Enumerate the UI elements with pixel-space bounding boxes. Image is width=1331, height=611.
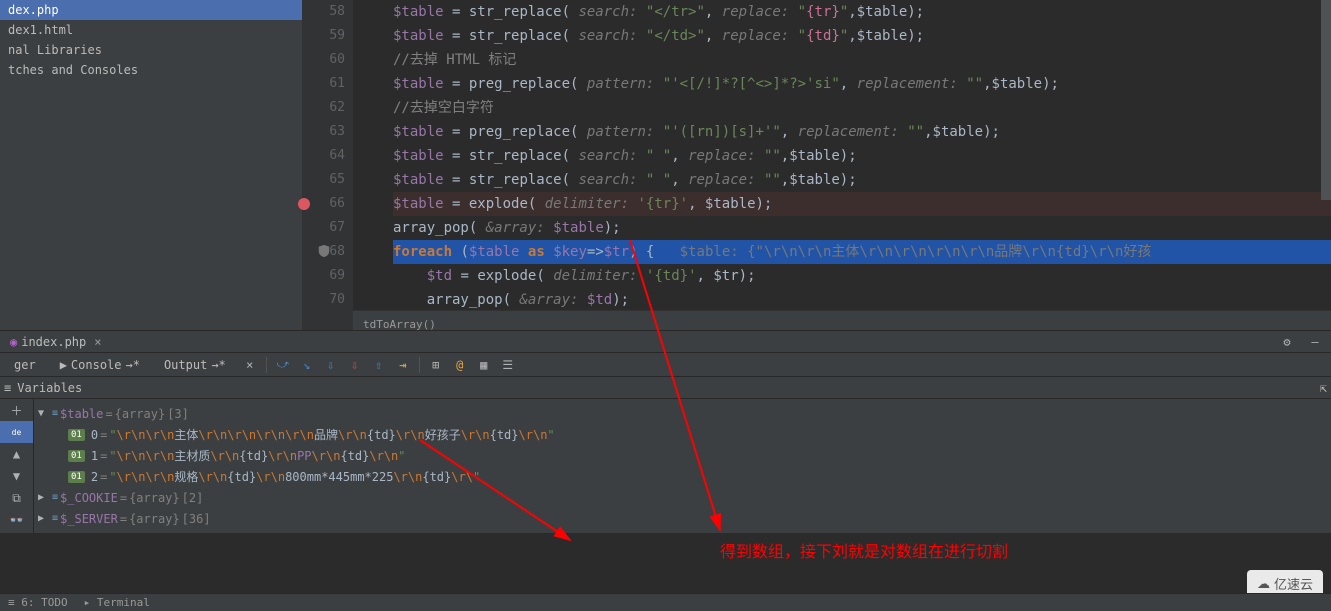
close-icon[interactable]: × bbox=[94, 335, 101, 349]
terminal-tab[interactable]: ▸ Terminal bbox=[84, 596, 150, 609]
code-line: $table = str_replace( search: " ", repla… bbox=[393, 168, 1331, 192]
sidebar-item-file[interactable]: dex1.html bbox=[0, 20, 302, 40]
sidebar-item-file[interactable]: dex.php bbox=[0, 0, 302, 20]
code-line: $table = str_replace( search: "</tr>", r… bbox=[393, 0, 1331, 24]
variables-header: ≡ Variables ⇱ bbox=[0, 377, 1331, 399]
variables-tree[interactable]: ▼ ≡ $table = {array} [3] 01 0 = "\r\n\r\… bbox=[34, 399, 1331, 533]
array-icon: ≡ bbox=[52, 513, 58, 524]
debug-tab-file[interactable]: ◉ index.php × bbox=[0, 332, 112, 352]
tree-row-item[interactable]: 01 2 = "\r\n\r\n规格\r\n{td}\r\n800mm*445m… bbox=[38, 466, 1327, 487]
list-icon[interactable]: ☰ bbox=[498, 355, 518, 375]
index-badge: 01 bbox=[68, 450, 85, 462]
code-line: $table = explode( delimiter: '{tr}', $ta… bbox=[393, 192, 1331, 216]
cloud-icon: ☁ bbox=[1257, 576, 1270, 592]
breakpoint-icon[interactable] bbox=[298, 198, 310, 210]
expand-icon[interactable]: ▶ bbox=[38, 513, 50, 524]
breadcrumb[interactable]: tdToArray() bbox=[353, 310, 1331, 330]
debugger-tab[interactable]: ger bbox=[4, 355, 46, 375]
code-line: $table = preg_replace( pattern: "'([rn])… bbox=[393, 120, 1331, 144]
code-line: //去掉 HTML 标记 bbox=[393, 48, 1331, 72]
up-icon[interactable]: ▲ bbox=[0, 443, 33, 465]
editor-gutter: 58 59 60 61 62 63 64 65 66 67 68 69 70 bbox=[303, 0, 353, 330]
debug-tab-bar: ◉ index.php × ⚙ — bbox=[0, 331, 1331, 353]
scrollbar[interactable] bbox=[1321, 0, 1331, 200]
sidebar-item-scratches[interactable]: tches and Consoles bbox=[0, 60, 302, 80]
expand-icon[interactable]: ⇱ bbox=[1320, 381, 1327, 395]
step-into-my-icon[interactable]: ⇩ bbox=[321, 355, 341, 375]
at-icon[interactable]: @ bbox=[450, 355, 470, 375]
code-line: $table = str_replace( search: " ", repla… bbox=[393, 144, 1331, 168]
project-sidebar[interactable]: dex.php dex1.html nal Libraries tches an… bbox=[0, 0, 303, 330]
variable-controls: ＋ de ▲ ▼ ⧉ 👓 bbox=[0, 399, 34, 533]
sidebar-item-libraries[interactable]: nal Libraries bbox=[0, 40, 302, 60]
minimize-icon[interactable]: — bbox=[1305, 332, 1325, 352]
code-line: $table = preg_replace( pattern: "'<[/!]*… bbox=[393, 72, 1331, 96]
remove-watch-icon[interactable]: de bbox=[0, 421, 33, 443]
evaluate-icon[interactable]: ⊞ bbox=[426, 355, 446, 375]
tree-row-root[interactable]: ▼ ≡ $table = {array} [3] bbox=[38, 403, 1327, 424]
footer-bar: ≡ 6: TODO ▸ Terminal bbox=[0, 593, 1331, 611]
console-icon: ▶ bbox=[60, 358, 67, 372]
step-into-icon[interactable]: ↘ bbox=[297, 355, 317, 375]
array-icon: ≡ bbox=[52, 492, 58, 503]
expand-icon[interactable]: ▶ bbox=[38, 492, 50, 503]
add-watch-icon[interactable]: ＋ bbox=[0, 399, 33, 421]
todo-tab[interactable]: ≡ 6: TODO bbox=[8, 596, 68, 609]
close-icon[interactable]: × bbox=[240, 355, 260, 375]
code-editor[interactable]: $table = str_replace( search: "</tr>", r… bbox=[353, 0, 1331, 330]
index-badge: 01 bbox=[68, 429, 85, 441]
code-line-current: foreach ($table as $key=>$tr) { $table: … bbox=[393, 240, 1331, 264]
step-over-icon[interactable]: ⤻ bbox=[273, 355, 293, 375]
code-line: //去掉空白字符 bbox=[393, 96, 1331, 120]
force-step-icon[interactable]: ⇩ bbox=[345, 355, 365, 375]
tree-row-item[interactable]: 01 0 = "\r\n\r\n主体\r\n\r\n\r\n\r\n品牌\r\n… bbox=[38, 424, 1327, 445]
tree-row-server[interactable]: ▶ ≡ $_SERVER = {array} [36] bbox=[38, 508, 1327, 529]
code-line: array_pop( &array: $table); bbox=[393, 216, 1331, 240]
run-to-cursor-icon[interactable]: ⇥ bbox=[393, 355, 413, 375]
collapse-icon[interactable]: ▼ bbox=[38, 408, 50, 419]
menu-icon[interactable]: ≡ bbox=[4, 381, 11, 395]
output-tab[interactable]: Output →* bbox=[154, 355, 236, 375]
glasses-icon[interactable]: 👓 bbox=[0, 509, 33, 531]
index-badge: 01 bbox=[68, 471, 85, 483]
shield-icon bbox=[317, 244, 331, 258]
code-line: $td = explode( delimiter: '{td}', $tr); bbox=[393, 264, 1331, 288]
debug-toolbar: ger ▶ Console →* Output →* × ⤻ ↘ ⇩ ⇩ ⇧ ⇥… bbox=[0, 353, 1331, 377]
php-icon: ◉ bbox=[10, 335, 17, 349]
code-line: $table = str_replace( search: "</td>", r… bbox=[393, 24, 1331, 48]
code-line: array_pop( &array: $td); bbox=[393, 288, 1331, 312]
tree-row-cookie[interactable]: ▶ ≡ $_COOKIE = {array} [2] bbox=[38, 487, 1327, 508]
array-icon: ≡ bbox=[52, 408, 58, 419]
copy-icon[interactable]: ⧉ bbox=[0, 487, 33, 509]
step-out-icon[interactable]: ⇧ bbox=[369, 355, 389, 375]
debug-panel: ◉ index.php × ⚙ — ger ▶ Console →* Outpu… bbox=[0, 330, 1331, 533]
down-icon[interactable]: ▼ bbox=[0, 465, 33, 487]
tree-row-item[interactable]: 01 1 = "\r\n\r\n主材质\r\n{td}\r\nPP\r\n{td… bbox=[38, 445, 1327, 466]
console-tab[interactable]: ▶ Console →* bbox=[50, 355, 150, 375]
table-icon[interactable]: ▦ bbox=[474, 355, 494, 375]
gear-icon[interactable]: ⚙ bbox=[1277, 332, 1297, 352]
annotation-text: 得到数组，接下刘就是对数组在进行切割 bbox=[720, 538, 1008, 562]
